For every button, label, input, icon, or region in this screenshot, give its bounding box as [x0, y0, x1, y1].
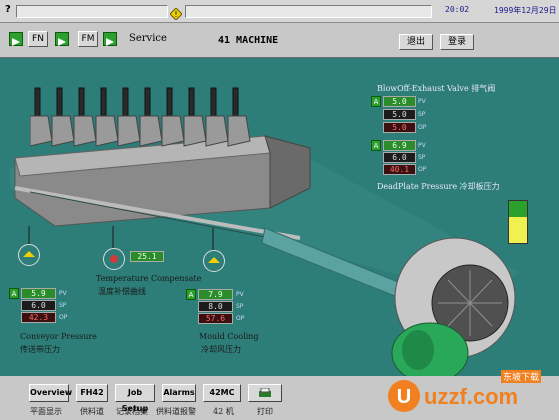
- mould-cooling-gauge-icon[interactable]: [203, 250, 225, 272]
- mould-op-tag: OP: [236, 315, 245, 322]
- fh42-caption: 供料道: [80, 407, 104, 416]
- toolbar: FN FM Service 41 MACHINE 退出 登录: [0, 23, 559, 59]
- blowoff-title: BlowOff-Exhaust Valve 排气阀: [377, 84, 496, 93]
- mould-subtitle: 冷却风压力: [201, 345, 241, 354]
- print-caption: 打印: [257, 407, 273, 416]
- exit-button[interactable]: 退出: [399, 34, 433, 50]
- temperature-value: 25.1: [130, 251, 164, 262]
- conveyor-subtitle: 传送带压力: [20, 345, 60, 354]
- deadplate-sp-tag: SP: [418, 154, 426, 161]
- deadplate-pv-tag: PV: [418, 142, 426, 149]
- print-button[interactable]: [248, 384, 282, 402]
- service-mode-icon[interactable]: [103, 32, 117, 46]
- deadplate-title: DeadPlate Pressure 冷却板压力: [377, 182, 500, 191]
- watermark-tag: 东坡下载: [501, 370, 542, 383]
- blowoff-sp-tag: SP: [418, 111, 426, 118]
- fn-button[interactable]: FN: [28, 31, 48, 47]
- deadplate-op-tag: OP: [418, 166, 427, 173]
- blowoff-op-tag: OP: [418, 124, 427, 131]
- conveyor-pv-value: 5.9: [21, 288, 56, 299]
- temperature-gauge-icon[interactable]: [103, 248, 125, 270]
- 42mc-button[interactable]: 42MC: [203, 384, 241, 402]
- blowoff-sp-value[interactable]: 5.0: [383, 109, 416, 120]
- conveyor-sp-value[interactable]: 6.0: [21, 300, 56, 311]
- 42mc-caption: 42 机: [213, 407, 234, 416]
- job-setup-caption: 记录档案: [116, 407, 148, 416]
- alarms-button[interactable]: Alarms: [162, 384, 196, 402]
- deadplate-sp-value[interactable]: 6.0: [383, 152, 416, 163]
- mould-op-value: 57.6: [198, 313, 233, 324]
- conveyor-mode-badge[interactable]: A: [9, 288, 19, 299]
- deadplate-op-value: 40.1: [383, 164, 416, 175]
- level-indicator: [508, 200, 528, 244]
- conveyor-title: Conveyor Pressure: [20, 332, 97, 341]
- overview-caption: 平面显示: [30, 407, 62, 416]
- printer-icon: [258, 387, 272, 397]
- section-mechanisms: [29, 86, 270, 156]
- blowoff-pv-value: 5.0: [383, 96, 416, 107]
- deadplate-mode-badge[interactable]: A: [371, 140, 381, 151]
- watermark-logo: U uzzf.com 东坡下载: [386, 370, 556, 416]
- mould-mode-badge[interactable]: A: [186, 289, 196, 300]
- clock-time: 20:02: [445, 5, 470, 14]
- warning-diamond-icon[interactable]: !: [169, 5, 183, 21]
- blowoff-pv-tag: PV: [418, 98, 426, 105]
- mould-title: Mould Cooling: [199, 332, 259, 341]
- status-field-left: [16, 5, 168, 18]
- temperature-title: Temperature Compensate: [96, 274, 202, 283]
- service-label[interactable]: Service: [129, 33, 167, 44]
- mould-sp-value[interactable]: 8.0: [198, 301, 233, 312]
- login-button[interactable]: 登录: [440, 34, 474, 50]
- mould-pv-value: 7.9: [198, 289, 233, 300]
- overview-button[interactable]: Overview: [29, 384, 72, 402]
- deadplate-pv-value: 6.9: [383, 140, 416, 151]
- level-indicator-upper: [509, 201, 527, 217]
- temperature-subtitle: 温度补偿曲线: [98, 287, 146, 296]
- help-mark[interactable]: ?: [5, 4, 11, 15]
- status-field-right: [185, 5, 432, 18]
- bottom-nav: Overview FH42 Job Setup Alarms 42MC 平面显示…: [0, 370, 559, 420]
- mould-sp-tag: SP: [236, 303, 244, 310]
- level-indicator-lower: [509, 217, 527, 243]
- fm-mode-icon[interactable]: [55, 32, 69, 46]
- conveyor-op-value: 42.3: [21, 312, 56, 323]
- clock-date: 1999年12月29日: [494, 6, 557, 15]
- conveyor-pressure-gauge-icon[interactable]: [18, 244, 40, 266]
- job-setup-button[interactable]: Job Setup: [115, 384, 155, 413]
- mould-pv-tag: PV: [236, 291, 244, 298]
- svg-text:!: !: [174, 10, 177, 19]
- watermark-brand: uzzf.com: [424, 384, 519, 409]
- alarms-caption: 供料道报警: [156, 407, 196, 416]
- svg-text:U: U: [397, 386, 411, 408]
- fn-mode-icon[interactable]: [9, 32, 23, 46]
- blowoff-op-value: 5.0: [383, 122, 416, 133]
- conveyor-op-tag: OP: [59, 314, 68, 321]
- fh42-button[interactable]: FH42: [76, 384, 108, 402]
- top-status-bar: ? ! 20:02 1999年12月29日: [0, 0, 559, 23]
- blowoff-mode-badge[interactable]: A: [371, 96, 381, 107]
- conveyor-sp-tag: SP: [59, 302, 67, 309]
- fm-button[interactable]: FM: [78, 31, 98, 47]
- conveyor-pv-tag: PV: [59, 290, 67, 297]
- process-panel: BlowOff-Exhaust Valve 排气阀 A 5.0 PV 5.0 S…: [0, 58, 559, 376]
- machine-title: 41 MACHINE: [218, 35, 279, 46]
